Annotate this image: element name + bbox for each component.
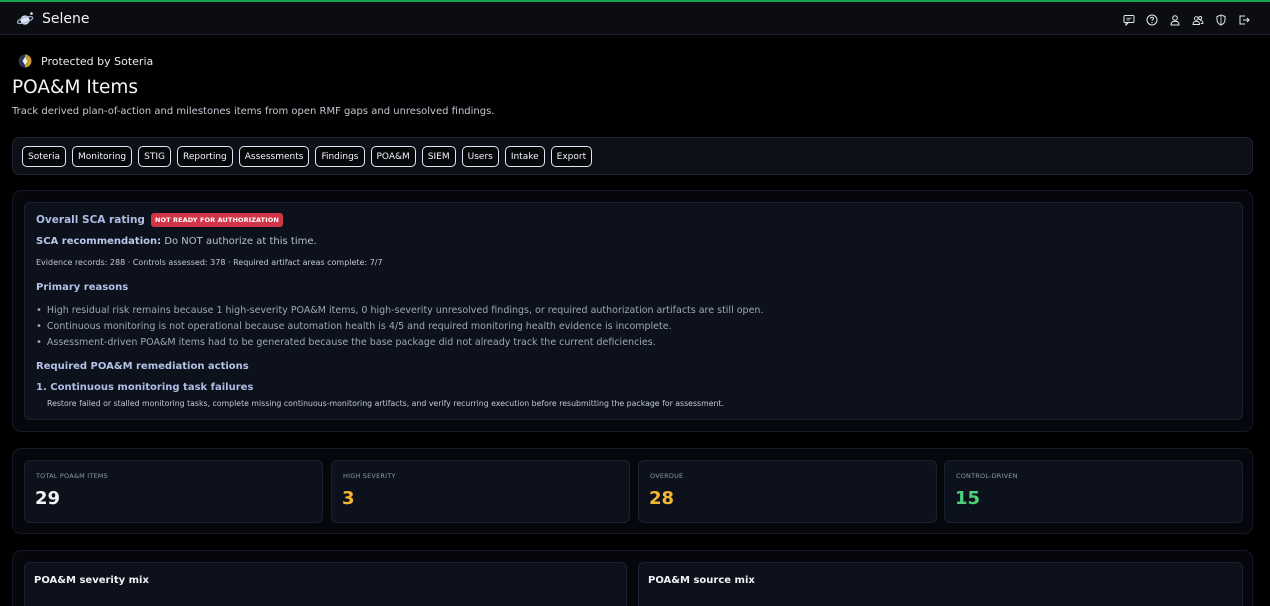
user-icon[interactable] [1163,11,1186,29]
evidence-summary: Evidence records: 288 · Controls assesse… [36,258,383,267]
status-badge: NOT READY FOR AUTHORIZATION [150,213,283,227]
sca-card: Overall SCA rating NOT READY FOR AUTHORI… [24,202,1243,420]
severity-mix-card: POA&M severity mix [24,562,627,606]
page-subtitle: Track derived plan-of-action and milesto… [12,106,495,117]
severity-mix-title: POA&M severity mix [34,575,149,586]
actions-heading: Required POA&M remediation actions [36,361,249,372]
shield-icon[interactable] [1209,11,1232,29]
planet-logo-icon [17,12,34,25]
metric-value: 3 [342,488,355,509]
metrics-section: TOTAL POA&M ITEMS 29 HIGH SEVERITY 3 OVE… [12,448,1253,534]
protected-by-banner: Protected by Soteria [18,54,153,68]
nav-intake[interactable]: Intake [504,146,545,167]
metric-overdue: OVERDUE 28 [638,460,937,523]
nav-users[interactable]: Users [461,146,499,167]
nav-assessments[interactable]: Assessments [238,146,310,167]
protected-label: Protected by Soteria [41,54,154,68]
header-actions [1117,11,1255,29]
metric-high-severity: HIGH SEVERITY 3 [331,460,630,523]
top-bar: Selene [0,0,1270,35]
soteria-logo-icon [18,54,32,68]
brand[interactable]: Selene [17,9,90,29]
sca-recommendation: SCA recommendation: Do NOT authorize at … [36,236,317,247]
metric-label: TOTAL POA&M ITEMS [36,472,108,480]
reason-item: High residual risk remains because 1 hig… [36,302,1226,318]
metric-label: HIGH SEVERITY [343,472,396,480]
app-name: Selene [42,11,90,27]
nav-reporting[interactable]: Reporting [177,146,233,167]
sca-section: Overall SCA rating NOT READY FOR AUTHORI… [12,190,1253,432]
source-mix-title: POA&M source mix [648,575,755,586]
nav-export[interactable]: Export [550,146,593,167]
recommendation-text: Do NOT authorize at this time. [164,236,317,247]
action-title: 1. Continuous monitoring task failures [36,382,254,393]
metric-label: CONTROL-DRIVEN [956,472,1018,480]
sca-rating-label: Overall SCA rating [36,214,145,226]
metric-value: 29 [35,488,61,509]
metric-value: 28 [649,488,675,509]
chat-icon[interactable] [1117,11,1140,29]
metric-total-items: TOTAL POA&M ITEMS 29 [24,460,323,523]
logout-icon[interactable] [1232,11,1255,29]
reason-item: Assessment-driven POA&M items had to be … [36,335,1226,351]
source-mix-card: POA&M source mix [638,562,1243,606]
page-title: POA&M Items [12,77,139,98]
metric-control-driven: CONTROL-DRIVEN 15 [944,460,1243,523]
action-description: Restore failed or stalled monitoring tas… [47,399,724,408]
nav-poam[interactable]: POA&M [370,146,416,167]
nav-stig[interactable]: STIG [138,146,171,167]
recommendation-label: SCA recommendation: [36,236,162,247]
module-nav: Soteria Monitoring STIG Reporting Assess… [12,137,1253,175]
users-icon[interactable] [1186,11,1209,29]
reason-item: Continuous monitoring is not operational… [36,318,1226,334]
nav-monitoring[interactable]: Monitoring [72,146,133,167]
nav-siem[interactable]: SIEM [421,146,456,167]
nav-soteria[interactable]: Soteria [22,146,67,167]
metric-value: 15 [955,488,981,509]
sca-rating-row: Overall SCA rating NOT READY FOR AUTHORI… [36,213,283,227]
metric-label: OVERDUE [650,472,684,480]
reasons-heading: Primary reasons [36,282,129,293]
mix-section: POA&M severity mix POA&M source mix [12,550,1253,606]
help-icon[interactable] [1140,11,1163,29]
nav-findings[interactable]: Findings [315,146,365,167]
reasons-list: High residual risk remains because 1 hig… [36,302,1226,351]
